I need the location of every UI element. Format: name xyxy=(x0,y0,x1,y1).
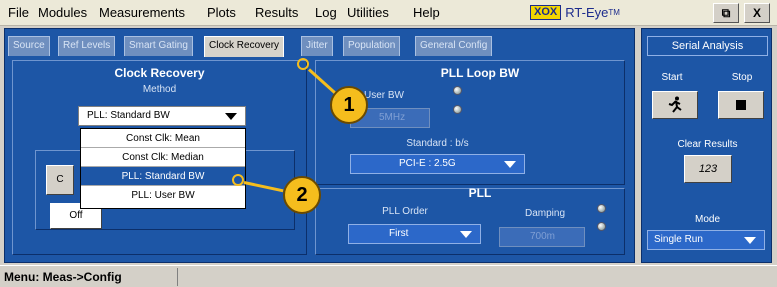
mode-value: Single Run xyxy=(654,234,703,245)
option-const-clk-mean[interactable]: Const Clk: Mean xyxy=(81,129,245,148)
method-dropdown[interactable]: PLL: Standard BW xyxy=(78,106,246,126)
clear-results-icon: 123 xyxy=(698,163,718,175)
status-divider xyxy=(177,268,178,286)
mode-dropdown[interactable]: Single Run xyxy=(647,230,765,250)
standard-led-icon[interactable] xyxy=(453,105,462,114)
damping-label: Damping xyxy=(524,208,566,219)
menu-utilities[interactable]: Utilities xyxy=(347,5,389,20)
running-man-icon xyxy=(668,96,682,113)
tab-source[interactable]: Source xyxy=(8,36,50,56)
pll-led-2-icon[interactable] xyxy=(597,222,606,231)
rt-eye-logo: XOX RT-Eye TM xyxy=(530,4,620,21)
option-pll-user-bw[interactable]: PLL: User BW xyxy=(81,186,245,205)
tab-smart-gating[interactable]: Smart Gating xyxy=(124,36,193,56)
user-bw-led-icon[interactable] xyxy=(453,86,462,95)
method-dropdown-value: PLL: Standard BW xyxy=(87,110,170,121)
callout-1-badge: 1 xyxy=(330,86,368,124)
tab-ref-levels[interactable]: Ref Levels xyxy=(58,36,116,56)
tab-jitter[interactable]: Jitter xyxy=(301,36,333,56)
tab-clock-recovery[interactable]: Clock Recovery xyxy=(204,36,285,57)
logo-tm: TM xyxy=(608,8,620,17)
pll-loop-bw-title: PLL Loop BW xyxy=(440,66,520,80)
clear-results-label: Clear Results xyxy=(677,139,738,150)
chevron-down-icon xyxy=(744,237,756,244)
serial-analysis-title: Serial Analysis xyxy=(647,36,768,56)
start-label: Start xyxy=(661,72,683,83)
user-bw-label: User BW xyxy=(364,90,404,101)
pll-led-1-icon[interactable] xyxy=(597,204,606,213)
mode-label: Mode xyxy=(694,214,720,225)
stop-label: Stop xyxy=(731,72,753,83)
logo-name: RT-Eye xyxy=(565,5,609,20)
close-button[interactable]: X xyxy=(744,3,770,23)
menu-bar: File Modules Measurements Plots Results … xyxy=(0,0,777,26)
clock-recovery-title: Clock Recovery xyxy=(114,66,205,80)
logo-box: XOX xyxy=(530,5,562,20)
tab-general-config[interactable]: General Config xyxy=(415,36,493,56)
callout-1-target xyxy=(297,58,309,70)
menu-help[interactable]: Help xyxy=(413,5,440,20)
pll-order-value: First xyxy=(389,228,409,239)
option-const-clk-median[interactable]: Const Clk: Median xyxy=(81,148,245,167)
stop-button[interactable] xyxy=(718,91,764,119)
menu-log[interactable]: Log xyxy=(315,5,337,20)
start-button[interactable] xyxy=(652,91,698,119)
method-label: Method xyxy=(142,84,177,95)
callout-2-badge: 2 xyxy=(283,176,321,214)
menu-modules[interactable]: Modules xyxy=(38,5,87,20)
method-options-list: Const Clk: Mean Const Clk: Median PLL: S… xyxy=(80,128,246,209)
pll-order-label: PLL Order xyxy=(382,206,428,217)
chevron-down-icon xyxy=(225,113,237,120)
status-text: Menu: Meas->Config xyxy=(4,270,122,284)
standard-label: Standard : b/s xyxy=(406,138,469,149)
menu-plots[interactable]: Plots xyxy=(207,5,236,20)
standard-dropdown-value: PCI-E : 2.5G xyxy=(399,158,456,169)
stop-square-icon xyxy=(736,100,746,110)
menu-file[interactable]: File xyxy=(8,5,29,20)
chevron-down-icon xyxy=(504,161,516,168)
option-pll-standard-bw[interactable]: PLL: Standard BW xyxy=(81,167,245,186)
clock-partial-button[interactable]: C xyxy=(46,165,74,195)
callout-2-target xyxy=(232,174,244,186)
chevron-down-icon xyxy=(460,231,472,238)
menu-measurements[interactable]: Measurements xyxy=(99,5,185,20)
restore-button[interactable]: ⧉ xyxy=(713,3,739,23)
tab-population[interactable]: Population xyxy=(343,36,401,56)
menu-results[interactable]: Results xyxy=(255,5,298,20)
standard-dropdown[interactable]: PCI-E : 2.5G xyxy=(350,154,525,174)
clear-results-button[interactable]: 123 xyxy=(684,155,732,183)
status-bar: Menu: Meas->Config xyxy=(0,265,777,287)
damping-field[interactable]: 700m xyxy=(499,227,585,247)
pll-order-dropdown[interactable]: First xyxy=(348,224,481,244)
pll-title: PLL xyxy=(468,186,492,200)
